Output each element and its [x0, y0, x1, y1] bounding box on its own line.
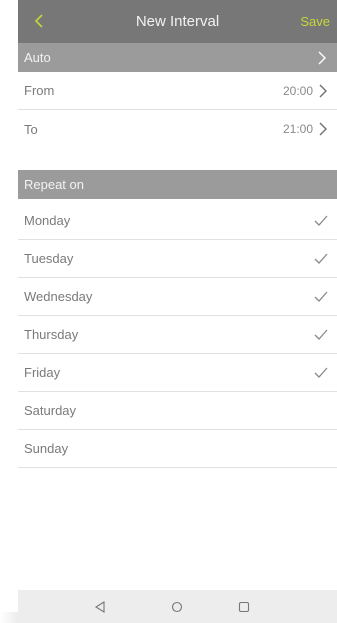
day-label: Monday: [24, 213, 71, 228]
day-row-sunday[interactable]: Sunday: [18, 430, 337, 468]
day-row-wednesday[interactable]: Wednesday: [18, 278, 337, 316]
checkmark-icon: [314, 253, 328, 264]
android-nav-bar: [18, 590, 337, 623]
day-label: Friday: [24, 365, 61, 380]
nav-back-button[interactable]: [91, 598, 109, 616]
checkmark-icon: [314, 215, 328, 226]
checkmark-icon: [314, 367, 328, 378]
chevron-right-icon: [319, 122, 327, 136]
day-row-monday[interactable]: Monday: [18, 202, 337, 240]
day-label: Sunday: [24, 441, 69, 456]
from-label: From: [24, 83, 55, 98]
auto-section[interactable]: Auto: [18, 43, 337, 72]
day-row-friday[interactable]: Friday: [18, 354, 337, 392]
save-button[interactable]: Save: [300, 0, 330, 43]
to-label: To: [24, 121, 38, 137]
day-label: Thursday: [24, 327, 79, 342]
day-label: Wednesday: [24, 289, 93, 304]
repeat-on-label: Repeat on: [24, 177, 84, 192]
nav-home-button[interactable]: [168, 598, 186, 616]
to-row[interactable]: To 21:00: [18, 110, 337, 148]
square-recents-icon: [238, 601, 250, 613]
day-row-thursday[interactable]: Thursday: [18, 316, 337, 354]
to-value: 21:00: [282, 122, 313, 136]
triangle-back-icon: [94, 601, 105, 613]
day-label: Tuesday: [24, 251, 74, 266]
checkmark-icon: [314, 291, 328, 302]
day-row-saturday[interactable]: Saturday: [18, 392, 337, 430]
page-title: New Interval: [135, 13, 220, 30]
repeat-on-header: Repeat on: [18, 170, 337, 199]
auto-label: Auto: [24, 50, 51, 65]
day-row-tuesday[interactable]: Tuesday: [18, 240, 337, 278]
nav-recents-button[interactable]: [235, 598, 253, 616]
from-row[interactable]: From 20:00: [18, 72, 337, 110]
from-value: 20:00: [282, 84, 313, 98]
chevron-left-icon: [34, 14, 43, 28]
chevron-right-icon: [318, 51, 326, 65]
checkmark-icon: [314, 329, 328, 340]
header-bar: New Interval Save: [18, 0, 337, 43]
circle-home-icon: [171, 601, 183, 613]
chevron-right-icon: [319, 84, 327, 98]
back-button[interactable]: [30, 12, 48, 30]
interval-screen: New Interval Save Auto From 20:00 To 21:…: [18, 0, 337, 623]
day-label: Saturday: [24, 403, 77, 418]
